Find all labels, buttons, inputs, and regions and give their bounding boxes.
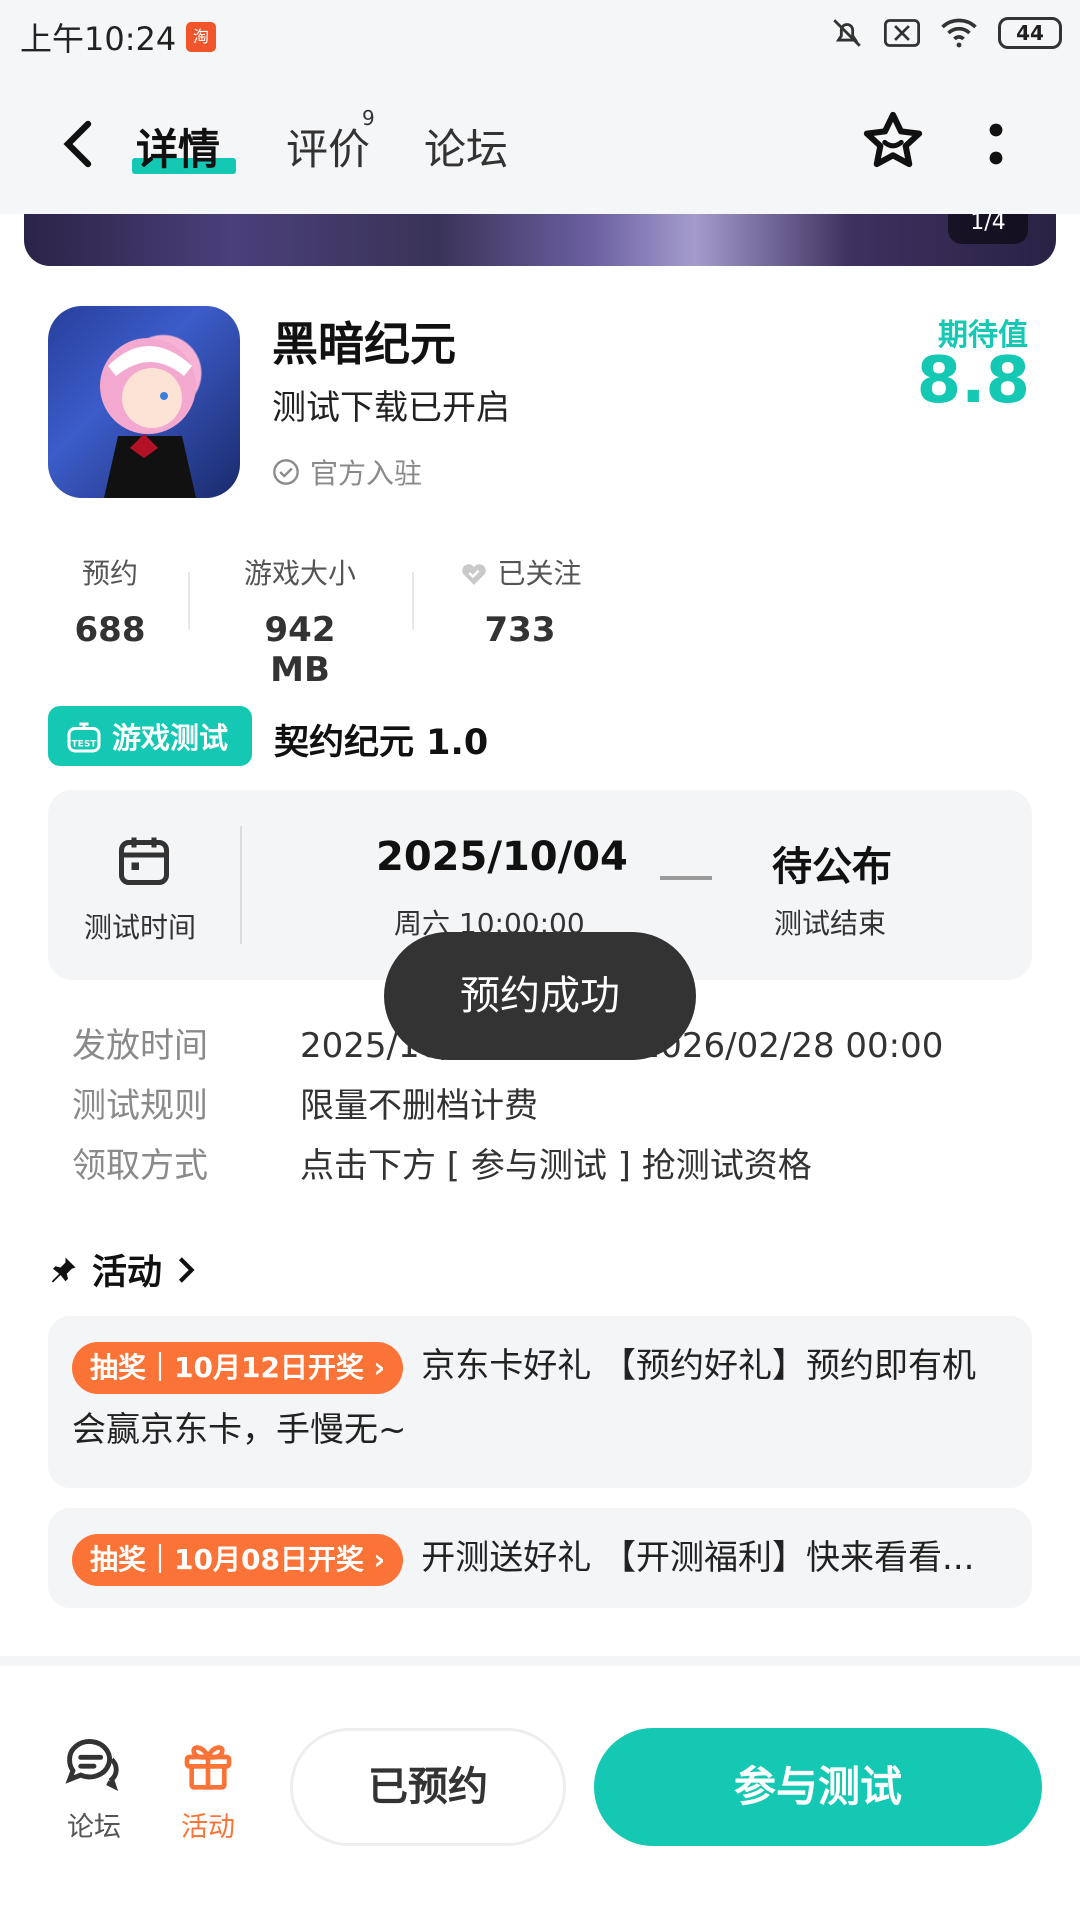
join-test-button[interactable]: 参与测试: [594, 1728, 1042, 1846]
reserved-button[interactable]: 已预约: [290, 1728, 566, 1846]
forum-chat-icon: [65, 1739, 119, 1791]
battery-indicator: 44: [998, 17, 1062, 49]
pin-icon: [51, 1257, 76, 1282]
info-row-claim-method: 领取方式 点击下方 [ 参与测试 ] 抢测试资格: [72, 1138, 812, 1187]
stat-divider: [412, 572, 414, 630]
verified-check-icon: [273, 459, 299, 485]
bottom-activity-button[interactable]: 活动: [170, 1736, 246, 1844]
mute-bell-icon: [833, 19, 861, 47]
test-timer-icon: TEST: [67, 722, 101, 753]
test-end-date: 待公布: [772, 844, 892, 890]
activity-text: 开测送好礼 【开测福利】快来看看...: [421, 1538, 975, 1578]
reviews-count-badge: 9: [362, 106, 375, 130]
official-label: 官方入驻: [310, 457, 423, 490]
calendar-icon: [119, 837, 169, 885]
lottery-tag: 抽奖｜10月12日开奖 ›: [72, 1341, 404, 1394]
activity-card[interactable]: 抽奖｜10月12日开奖 › 京东卡好礼 【预约好礼】预约即有机会赢京东卡，手慢无~: [48, 1316, 1032, 1488]
svg-text:TEST: TEST: [72, 740, 98, 750]
stat-followers[interactable]: 已关注 733: [452, 552, 588, 650]
date-range-arrow: [660, 876, 712, 880]
app-title: 黑暗纪元: [272, 317, 456, 371]
info-value: 限量不删档计费: [300, 1086, 538, 1126]
activities-header[interactable]: 活动: [48, 1244, 196, 1295]
game-test-badge-label: 游戏测试: [112, 721, 229, 755]
back-arrow-icon[interactable]: [60, 120, 96, 168]
stat-label-row: 已关注: [452, 552, 588, 592]
stat-label: 预约: [81, 557, 138, 590]
bottom-separator: [0, 1656, 1080, 1666]
tab-forum[interactable]: 论坛: [424, 116, 508, 177]
bottom-forum-button[interactable]: 论坛: [56, 1736, 132, 1844]
screenshot-carousel[interactable]: 1/4: [24, 214, 1056, 266]
heart-check-icon: [461, 564, 486, 585]
wifi-icon: [941, 18, 977, 48]
test-end-label: 测试结束: [774, 907, 887, 940]
test-time-label: 测试时间: [84, 911, 197, 944]
favorite-star-icon[interactable]: [860, 108, 926, 174]
info-key: 测试规则: [72, 1086, 208, 1126]
app-subtitle: 测试下载已开启: [272, 388, 510, 428]
card-divider: [240, 826, 242, 944]
activity-text-row: 抽奖｜10月12日开奖 › 京东卡好礼 【预约好礼】预约即有机会赢京东卡，手慢无~: [72, 1334, 1008, 1462]
lottery-tag: 抽奖｜10月08日开奖 ›: [72, 1533, 404, 1586]
sim-x-icon: [884, 19, 920, 47]
stat-divider: [188, 572, 190, 630]
status-time: 上午10:24: [20, 20, 177, 58]
carousel-counter: 1/4: [948, 214, 1028, 244]
tab-details[interactable]: 详情: [136, 116, 220, 177]
stat-reservations: 预约 688: [74, 552, 146, 650]
stat-value: 733: [484, 610, 556, 650]
info-value: 点击下方 [ 参与测试 ] 抢测试资格: [300, 1146, 812, 1186]
bottom-activity-label: 活动: [181, 1812, 235, 1843]
stat-game-size: 游戏大小 942 MB: [232, 552, 368, 690]
info-row-test-rules: 测试规则 限量不删档计费: [72, 1078, 538, 1127]
game-test-badge: TEST 游戏测试: [48, 706, 252, 766]
info-key: 领取方式: [72, 1146, 208, 1186]
activity-card[interactable]: 抽奖｜10月08日开奖 › 开测送好礼 【开测福利】快来看看...: [48, 1508, 1032, 1608]
expectation-score: 8.8: [916, 344, 1030, 418]
gift-icon: [184, 1745, 232, 1790]
stat-value: 688: [74, 610, 146, 650]
test-start-date: 2025/10/04: [376, 834, 628, 880]
test-version-name: 契约纪元 1.0: [274, 723, 489, 763]
game-character-art: [100, 338, 196, 498]
more-options-icon[interactable]: [986, 122, 1006, 166]
chevron-right-icon: [178, 1256, 195, 1283]
activities-title: 活动: [92, 1253, 163, 1293]
tab-reviews[interactable]: 评价: [286, 116, 370, 177]
info-key: 发放时间: [72, 1026, 208, 1066]
official-entry[interactable]: 官方入驻: [272, 452, 422, 492]
reservation-success-toast: 预约成功: [384, 932, 696, 1060]
app-icon: [48, 306, 240, 498]
activity-text-row: 抽奖｜10月08日开奖 › 开测送好礼 【开测福利】快来看看...: [72, 1526, 1008, 1590]
stat-label: 已关注: [497, 557, 582, 590]
stat-label: 游戏大小: [243, 557, 356, 590]
bottom-forum-label: 论坛: [67, 1812, 121, 1843]
top-nav-bar: 详情 评价 9 论坛: [0, 72, 1080, 214]
stat-value: 942 MB: [264, 610, 336, 690]
status-bar: 上午10:24 淘 44: [0, 0, 1080, 72]
taobao-notification-icon: 淘: [186, 22, 216, 52]
